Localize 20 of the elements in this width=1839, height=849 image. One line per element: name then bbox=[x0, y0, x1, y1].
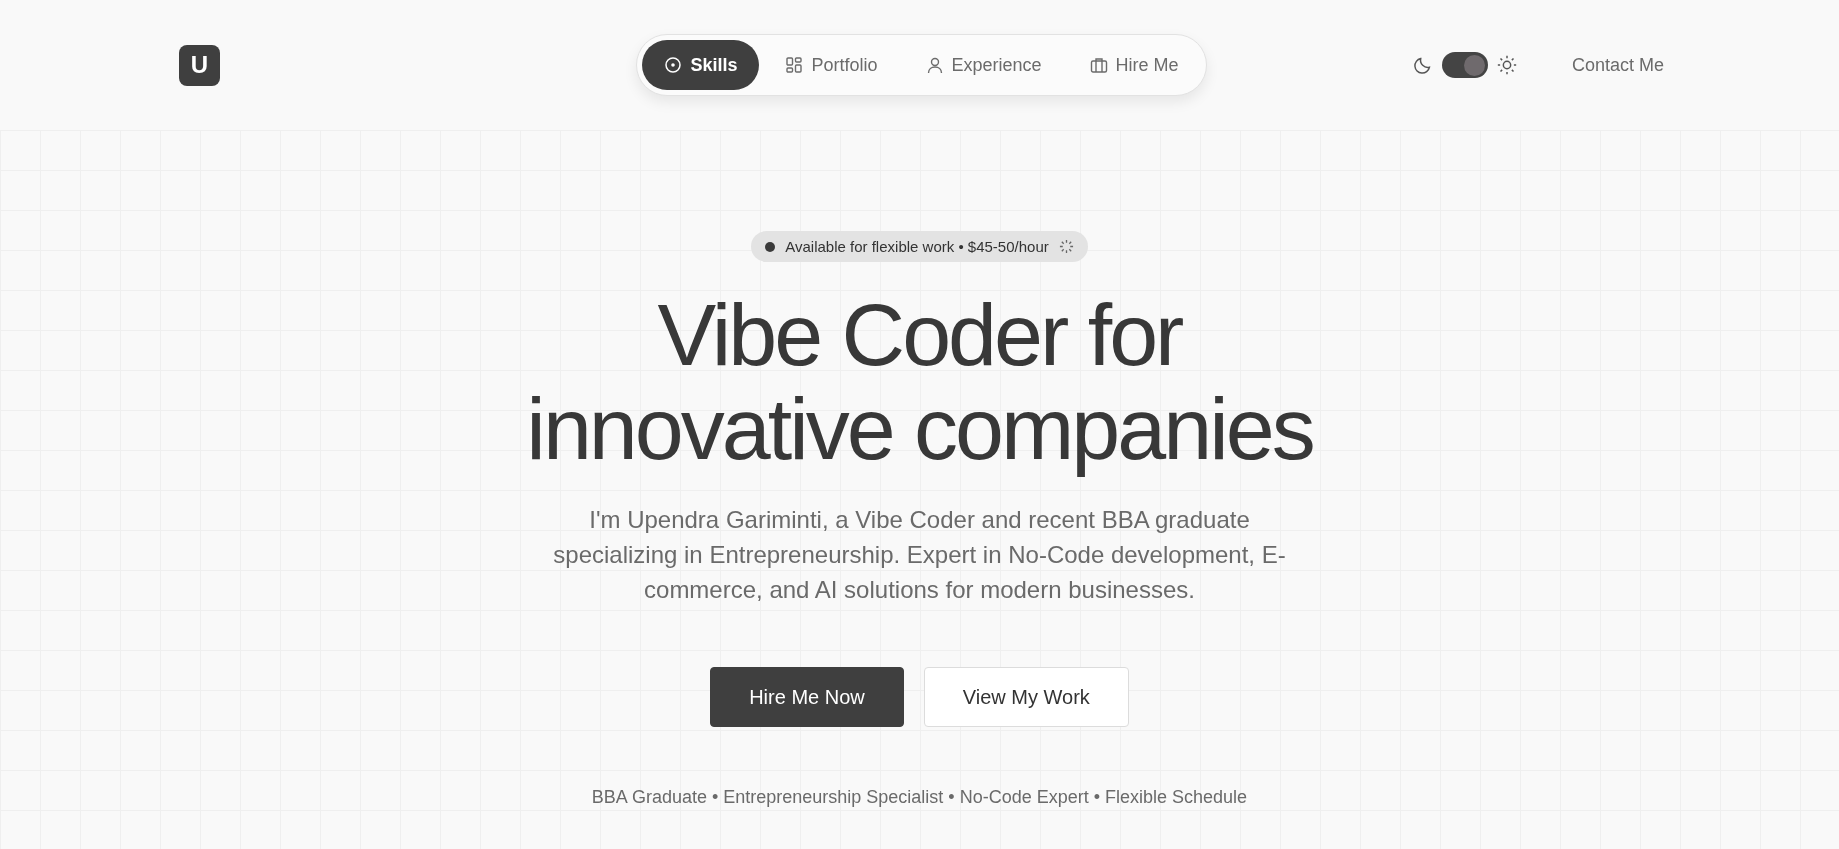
nav-tab[interactable]: Hire Me bbox=[1067, 40, 1201, 90]
highlights-text: BBA Graduate • Entrepreneurship Specialist • No-Code Expert • Flexible Schedule bbox=[591, 787, 1248, 808]
status-dot-icon bbox=[765, 241, 776, 252]
availability-text: Available for flexible work • $45-50/hour bbox=[785, 238, 1049, 255]
intro-paragraph: I'm Upendra Gariminti, a Vibe Coder and recent BBA graduate specializing in Entrepreneurship. Expert in No-Code development, E-commerce, and AI solutions for modern businesses. bbox=[552, 505, 1287, 605]
nav-tab[interactable]: Portfolio bbox=[763, 40, 900, 90]
logo[interactable]: U bbox=[179, 44, 220, 86]
briefcase-icon bbox=[1089, 56, 1108, 74]
theme-toggle[interactable] bbox=[1441, 52, 1488, 78]
view-work-button[interactable]: View My Work bbox=[923, 667, 1129, 727]
hero-heading: Vibe Coder for innovative companies bbox=[526, 288, 1313, 476]
hire-button[interactable]: Hire Me Now bbox=[710, 667, 904, 727]
target-icon bbox=[664, 56, 683, 74]
nav-tab[interactable]: Skills bbox=[642, 40, 760, 90]
user-icon bbox=[925, 56, 944, 74]
nav-tab[interactable]: Experience bbox=[903, 40, 1064, 90]
spinner-icon bbox=[1058, 239, 1074, 254]
contact-link[interactable]: Contact Me bbox=[1571, 54, 1664, 76]
grid-icon bbox=[785, 56, 804, 74]
sun-icon bbox=[1495, 54, 1518, 76]
